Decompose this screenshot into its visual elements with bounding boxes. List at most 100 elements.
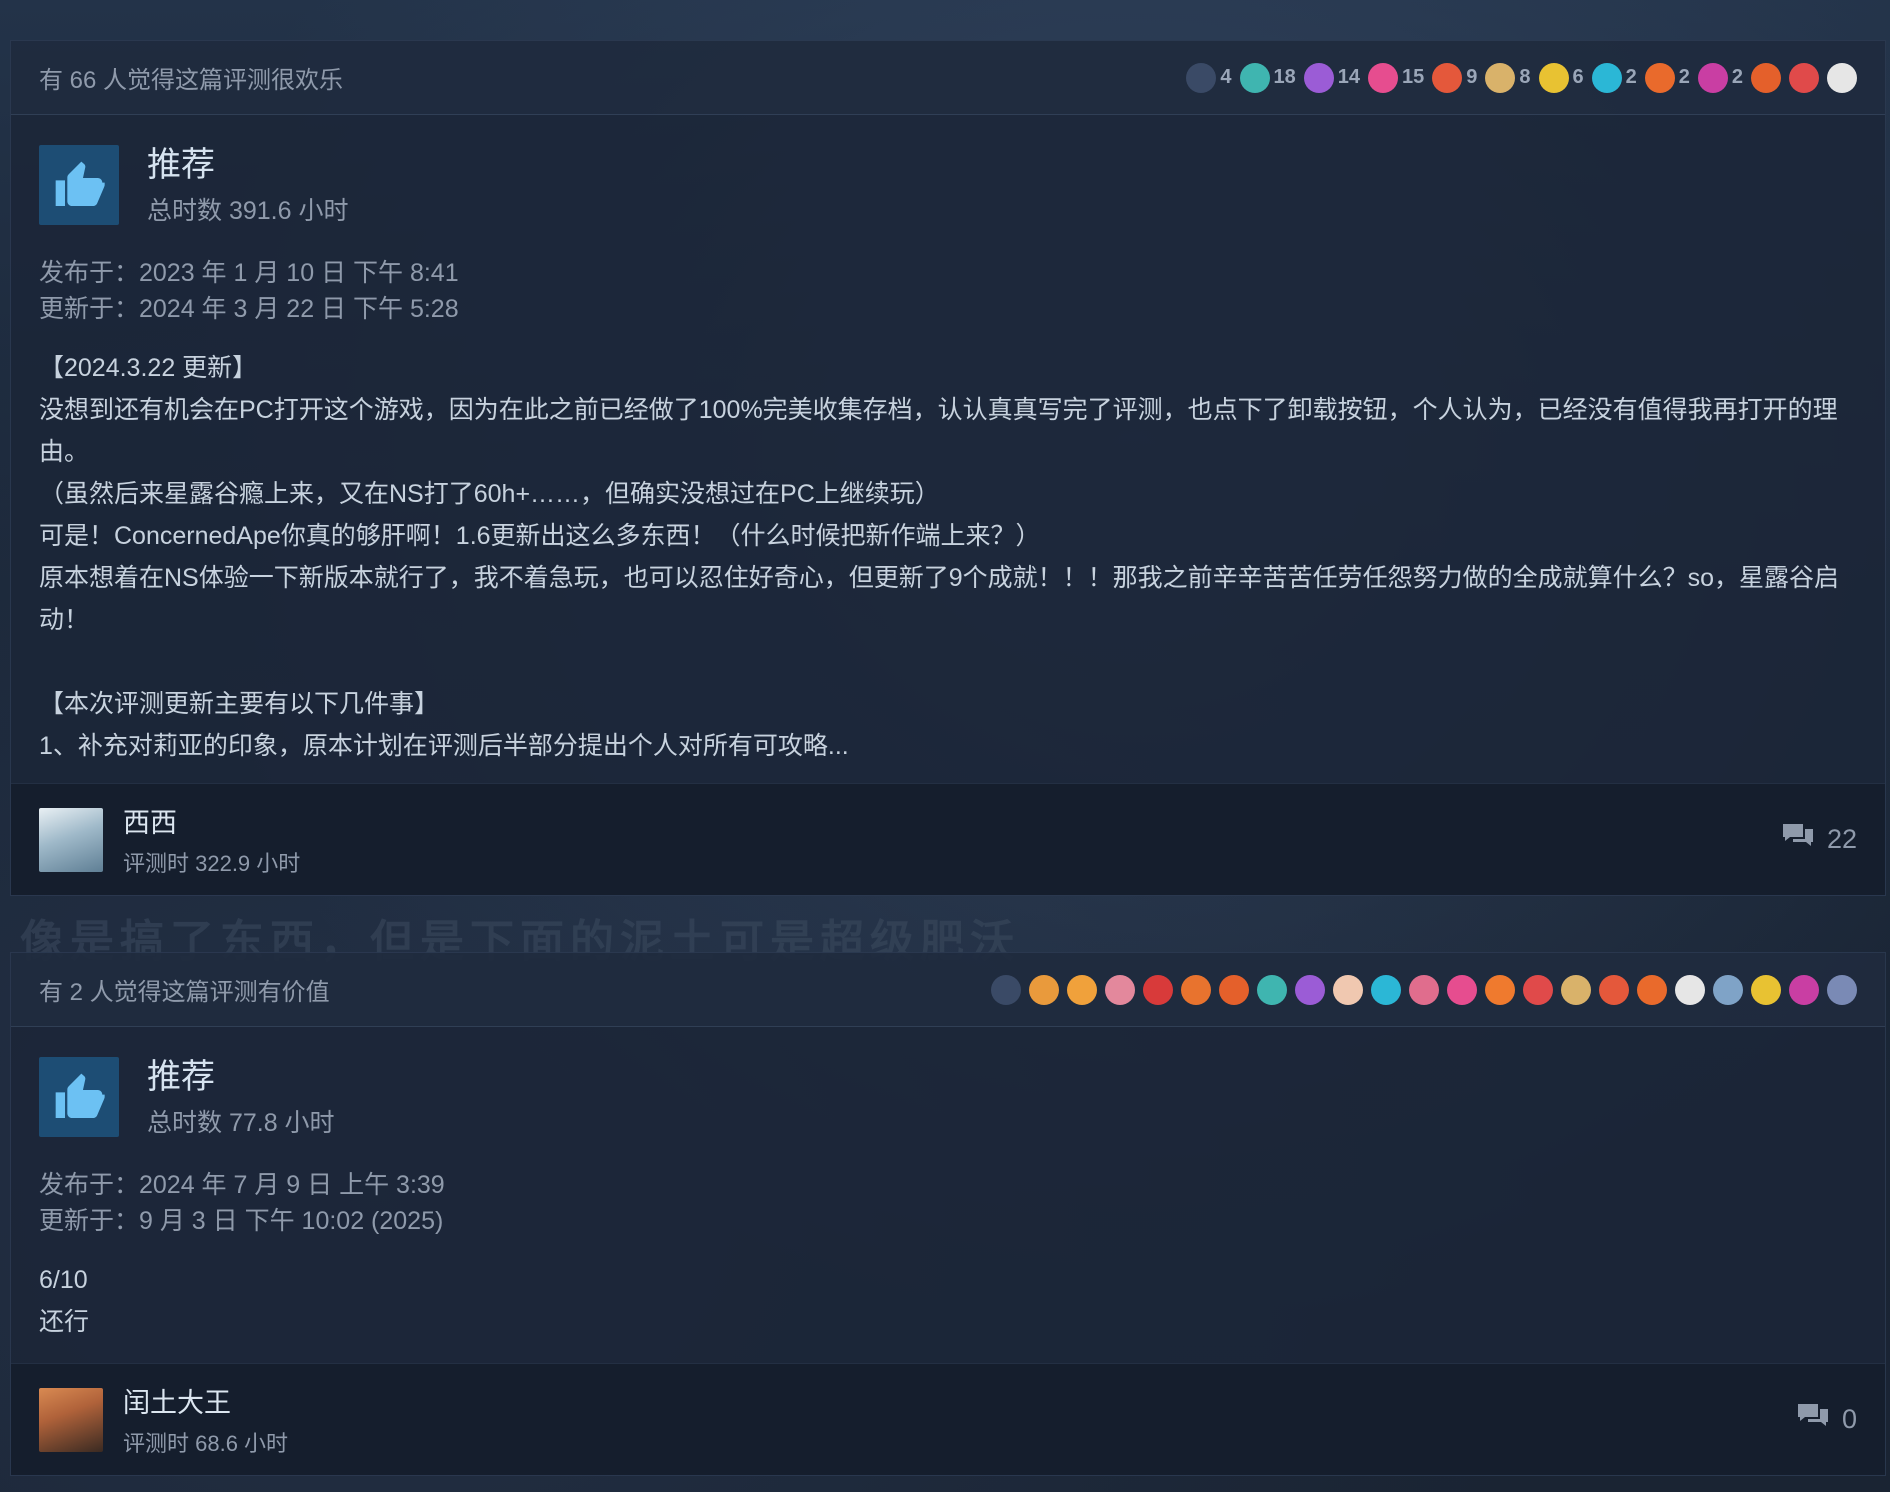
review-dates: 发布于：2023 年 1 月 10 日 下午 8:41 更新于：2024 年 3…: [11, 227, 1885, 327]
heart-icon: [1447, 974, 1477, 1005]
award-count: 2: [1625, 66, 1637, 88]
purple-hands-icon: [1303, 62, 1334, 93]
review-footer: 西西 评测时 322.9 小时 22: [11, 783, 1885, 895]
review-body-text[interactable]: 6/10 还行: [11, 1239, 1885, 1343]
award-snail[interactable]: [1409, 974, 1439, 1005]
candy-icon: [1432, 62, 1463, 93]
award-statue[interactable]: [1675, 974, 1705, 1005]
review-verdict[interactable]: 推荐 总时数 77.8 小时: [11, 1027, 1885, 1139]
award-count: 8: [1519, 66, 1531, 88]
scroll-icon: [1561, 974, 1591, 1005]
snail-icon: [1409, 974, 1439, 1005]
tree-icon: [1713, 974, 1743, 1005]
sun-icon: [1751, 974, 1781, 1005]
award-party[interactable]: 2: [1644, 62, 1690, 93]
award-fox[interactable]: [1029, 974, 1059, 1005]
award-count: 4: [1220, 66, 1232, 88]
comments-button[interactable]: 0: [1796, 1402, 1857, 1437]
tiger-icon: [1827, 974, 1857, 1005]
slime-icon: [1257, 974, 1287, 1005]
thumbs-up-icon: [39, 1057, 119, 1137]
avatar[interactable]: [39, 1387, 103, 1452]
horn-icon: [1067, 974, 1097, 1005]
award-sun[interactable]: [1751, 974, 1781, 1005]
award-list: 4 18 14 15 9 8 6 2 2 2: [1186, 62, 1857, 93]
laugh-icon: [1485, 974, 1515, 1005]
award-candy[interactable]: [1599, 974, 1629, 1005]
award-horn[interactable]: [1067, 974, 1097, 1005]
comment-bubble-icon: [1796, 1402, 1830, 1437]
award-heart[interactable]: [1447, 974, 1477, 1005]
party-icon: [1644, 62, 1675, 93]
comment-count: 0: [1841, 1404, 1857, 1434]
comment-count: 22: [1826, 824, 1857, 854]
heart-icon: [1368, 62, 1398, 93]
yurt-icon: [991, 974, 1021, 1005]
award-count: 2: [1678, 66, 1690, 88]
rooster-icon: [1523, 974, 1553, 1005]
award-purple-hands[interactable]: 14: [1303, 62, 1360, 93]
award-alien[interactable]: 2: [1697, 62, 1743, 93]
statue-icon: [1675, 974, 1705, 1005]
review-dates: 发布于：2024 年 7 月 9 日 上午 3:39 更新于：9 月 3 日 下…: [11, 1139, 1885, 1239]
award-tree[interactable]: [1713, 974, 1743, 1005]
award-heart[interactable]: 15: [1368, 62, 1425, 93]
total-hours: 总时数 77.8 小时: [147, 1109, 335, 1137]
award-scroll[interactable]: [1561, 974, 1591, 1005]
helpful-count-text: 有 2 人觉得这篇评测有价值: [39, 979, 330, 1006]
award-party[interactable]: [1637, 974, 1667, 1005]
award-candy[interactable]: 9: [1432, 62, 1477, 93]
review-card: 有 66 人觉得这篇评测很欢乐 4 18 14 15 9 8 6 2 2 2 推荐 总时数 391…: [10, 40, 1886, 896]
award-cannon[interactable]: [1751, 62, 1781, 93]
award-count: 18: [1273, 66, 1296, 88]
award-cannon[interactable]: [1219, 974, 1249, 1005]
user-name-link[interactable]: 西西: [123, 801, 300, 840]
cannon-icon: [1751, 62, 1781, 93]
award-laugh[interactable]: [1485, 974, 1515, 1005]
rooster-icon: [1789, 62, 1819, 93]
brain-icon: [1105, 974, 1135, 1005]
award-clown[interactable]: [1333, 974, 1363, 1005]
award-rooster[interactable]: [1789, 62, 1819, 93]
award-alien[interactable]: [1789, 974, 1819, 1005]
alien-icon: [1789, 974, 1819, 1005]
slime-icon: [1239, 62, 1270, 93]
thumbs-up-icon: [39, 145, 119, 225]
sun-icon: [1538, 62, 1569, 93]
party-icon: [1637, 974, 1667, 1005]
comment-bubble-icon: [1781, 822, 1815, 857]
award-purple-hands[interactable]: [1295, 974, 1325, 1005]
award-slime[interactable]: [1257, 974, 1287, 1005]
statue-icon: [1827, 62, 1857, 93]
award-scroll[interactable]: 8: [1485, 62, 1531, 93]
yurt-icon: [1186, 62, 1217, 93]
review-card: 有 2 人觉得这篇评测有价值 推荐 总时数 77.8 小时 发布于：2024 年…: [10, 952, 1886, 1476]
award-rooster[interactable]: [1523, 974, 1553, 1005]
posted-date: 发布于：2023 年 1 月 10 日 下午 8:41: [39, 259, 459, 287]
fox-icon: [1029, 974, 1059, 1005]
award-count: 15: [1402, 66, 1425, 88]
updated-date: 更新于：2024 年 3 月 22 日 下午 5:28: [39, 295, 459, 323]
review-verdict[interactable]: 推荐 总时数 391.6 小时: [11, 115, 1885, 227]
award-soda[interactable]: [1143, 974, 1173, 1005]
award-slime[interactable]: 18: [1239, 62, 1296, 93]
comments-button[interactable]: 22: [1781, 822, 1857, 857]
total-hours: 总时数 391.6 小时: [147, 197, 349, 225]
helpful-count-text: 有 66 人觉得这篇评测很欢乐: [39, 67, 344, 94]
review-footer: 闰土大王 评测时 68.6 小时 0: [11, 1363, 1885, 1475]
award-yurt[interactable]: 4: [1186, 62, 1232, 93]
award-torch[interactable]: [1181, 974, 1211, 1005]
award-statue[interactable]: [1827, 62, 1857, 93]
award-tiger[interactable]: [1827, 974, 1857, 1005]
award-brain[interactable]: [1105, 974, 1135, 1005]
review-body-text[interactable]: 【2024.3.22 更新】 没想到还有机会在PC打开这个游戏，因为在此之前已经…: [11, 327, 1885, 767]
award-yurt[interactable]: [991, 974, 1021, 1005]
award-comet[interactable]: [1371, 974, 1401, 1005]
review-header: 有 66 人觉得这篇评测很欢乐 4 18 14 15 9 8 6 2 2 2: [11, 41, 1885, 115]
award-sun[interactable]: 6: [1538, 62, 1584, 93]
award-comet[interactable]: 2: [1591, 62, 1637, 93]
comet-icon: [1371, 974, 1401, 1005]
user-name-link[interactable]: 闰土大王: [123, 1381, 288, 1420]
alien-icon: [1697, 62, 1728, 93]
avatar[interactable]: [39, 807, 103, 872]
